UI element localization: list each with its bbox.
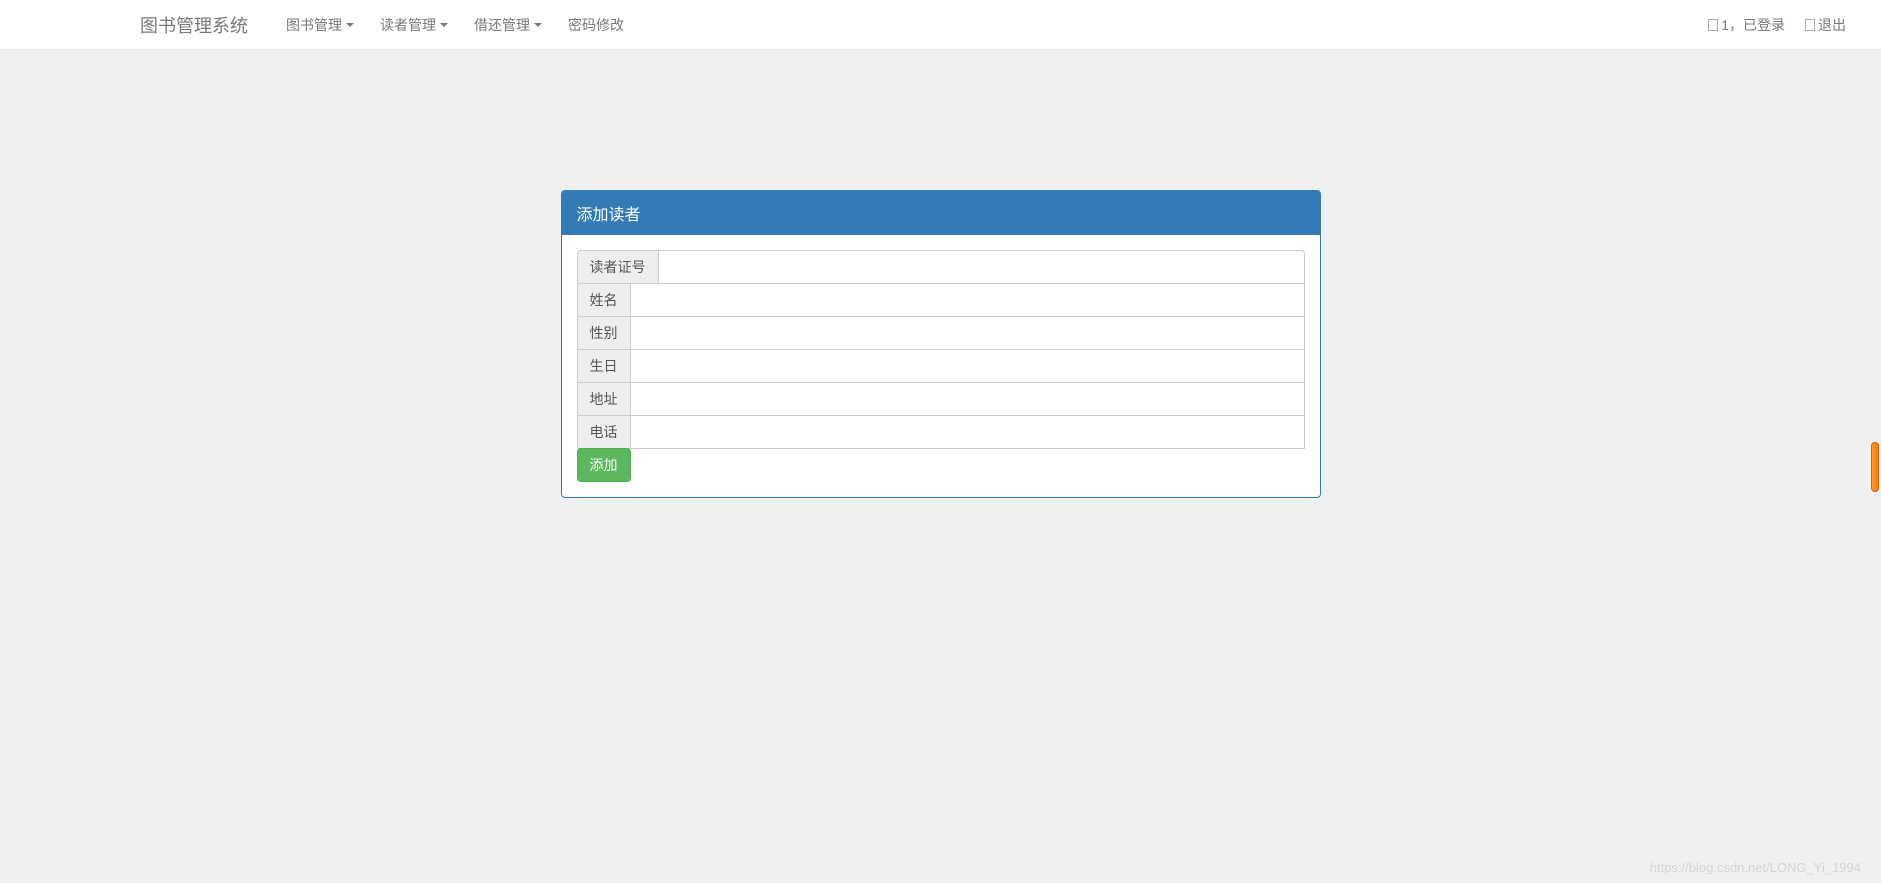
field-gender: 性别	[577, 316, 1305, 350]
phone-input[interactable]	[630, 415, 1305, 449]
field-phone: 电话	[577, 415, 1305, 449]
nav-menu: 图书管理 读者管理 借还管理 密码修改	[273, 0, 637, 50]
nav-logout[interactable]: 退出	[1795, 0, 1856, 50]
navbar-left: 图书管理系统 图书管理 读者管理 借还管理 密码修改	[15, 0, 637, 53]
field-name: 姓名	[577, 283, 1305, 317]
panel-body: 读者证号 姓名 性别 生日 地址 电话 添加	[562, 235, 1320, 497]
nav-password-change[interactable]: 密码修改	[555, 0, 637, 50]
add-button[interactable]: 添加	[577, 448, 631, 482]
add-reader-panel: 添加读者 读者证号 姓名 性别 生日 地址 电话	[561, 190, 1321, 498]
panel-title: 添加读者	[562, 191, 1320, 235]
main-container: 添加读者 读者证号 姓名 性别 生日 地址 电话	[561, 190, 1321, 498]
nav-item-label: 读者管理	[380, 15, 436, 35]
navbar: 图书管理系统 图书管理 读者管理 借还管理 密码修改 1，已登录	[0, 0, 1881, 50]
birthday-input[interactable]	[630, 349, 1305, 383]
field-reader-id: 读者证号	[577, 250, 1305, 284]
field-label: 读者证号	[577, 250, 658, 284]
nav-item-label: 密码修改	[568, 15, 624, 35]
scroll-indicator[interactable]	[1871, 442, 1879, 492]
field-label: 电话	[577, 415, 630, 449]
navbar-brand[interactable]: 图书管理系统	[125, 0, 263, 53]
nav-item-label: 借还管理	[474, 15, 530, 35]
navbar-right: 1，已登录 退出	[1698, 0, 1856, 50]
field-label: 性别	[577, 316, 630, 350]
nav-borrow-manage[interactable]: 借还管理	[461, 0, 555, 50]
nav-reader-manage[interactable]: 读者管理	[367, 0, 461, 50]
field-birthday: 生日	[577, 349, 1305, 383]
user-status-text: 1，已登录	[1721, 15, 1785, 35]
address-input[interactable]	[630, 382, 1305, 416]
nav-book-manage[interactable]: 图书管理	[273, 0, 367, 50]
reader-id-input[interactable]	[658, 250, 1305, 284]
field-label: 地址	[577, 382, 630, 416]
caret-down-icon	[440, 23, 448, 27]
user-icon	[1708, 19, 1718, 31]
field-label: 姓名	[577, 283, 630, 317]
field-address: 地址	[577, 382, 1305, 416]
logout-icon	[1805, 19, 1815, 31]
caret-down-icon	[346, 23, 354, 27]
name-input[interactable]	[630, 283, 1305, 317]
nav-user-status[interactable]: 1，已登录	[1698, 0, 1795, 50]
nav-item-label: 图书管理	[286, 15, 342, 35]
watermark: https://blog.csdn.net/LONG_Yi_1994	[1650, 860, 1861, 875]
field-label: 生日	[577, 349, 630, 383]
gender-input[interactable]	[630, 316, 1305, 350]
logout-text: 退出	[1818, 15, 1846, 35]
caret-down-icon	[534, 23, 542, 27]
